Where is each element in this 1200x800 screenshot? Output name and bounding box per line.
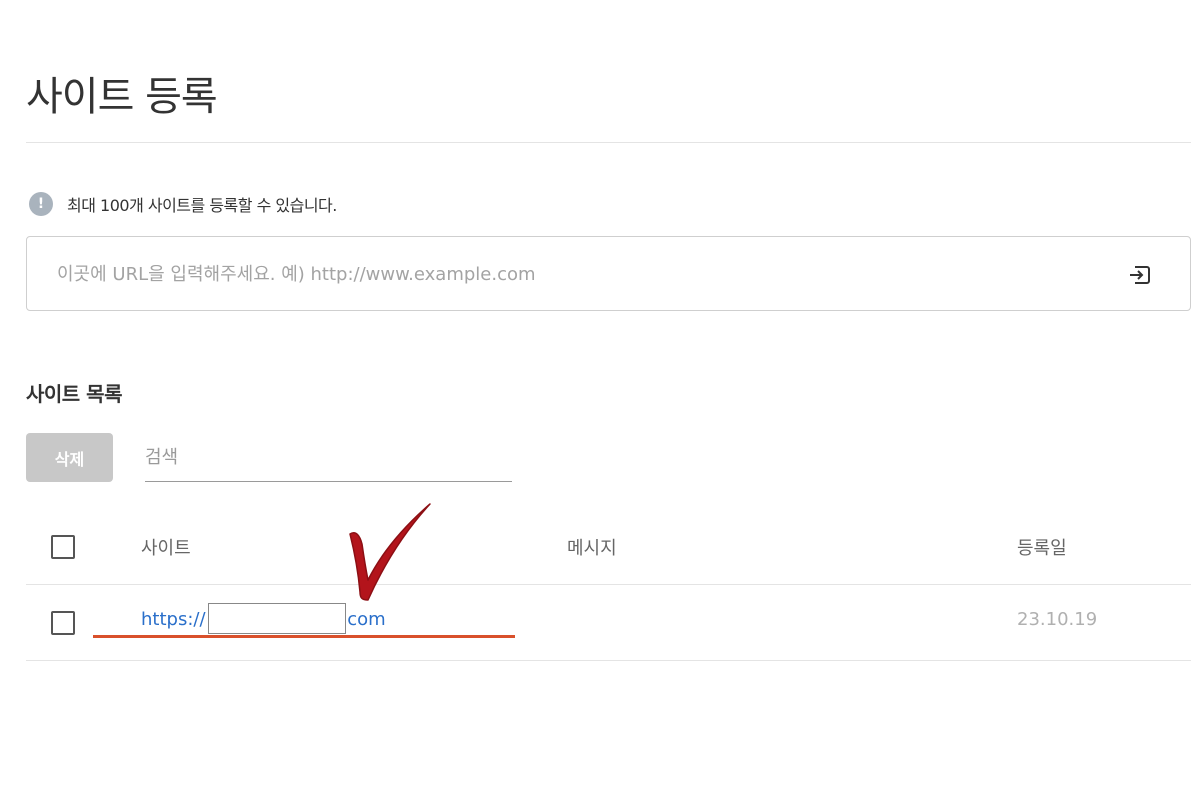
url-input[interactable]	[57, 255, 1097, 293]
page-title: 사이트 등록	[26, 74, 218, 120]
search-field	[145, 433, 512, 482]
select-all-checkbox[interactable]	[51, 535, 75, 559]
header-divider	[26, 584, 1191, 585]
row-date: 23.10.19	[1017, 609, 1098, 630]
site-url-prefix: https://	[141, 609, 206, 630]
section-title: 사이트 목록	[26, 382, 122, 406]
column-header-message: 메시지	[567, 538, 617, 559]
notice-text: 최대 100개 사이트를 등록할 수 있습니다.	[67, 196, 337, 215]
title-divider	[26, 142, 1191, 143]
info-icon: !	[29, 192, 53, 216]
column-header-date: 등록일	[1017, 538, 1067, 559]
row-checkbox[interactable]	[51, 611, 75, 635]
row-divider	[26, 660, 1191, 661]
search-input[interactable]	[145, 433, 512, 481]
site-registration-page: 사이트 등록 ! 최대 100개 사이트를 등록할 수 있습니다. 사이트 목록…	[0, 0, 1200, 800]
enter-icon[interactable]	[1126, 261, 1154, 289]
site-url-suffix: .com	[341, 609, 386, 630]
checkmark-icon	[349, 503, 431, 601]
column-header-site: 사이트	[141, 538, 191, 559]
annotation-underline	[93, 635, 515, 638]
url-input-box	[26, 236, 1191, 311]
notice: ! 최대 100개 사이트를 등록할 수 있습니다.	[29, 191, 337, 217]
delete-button[interactable]: 삭제	[26, 433, 113, 482]
redaction-box	[208, 603, 346, 634]
